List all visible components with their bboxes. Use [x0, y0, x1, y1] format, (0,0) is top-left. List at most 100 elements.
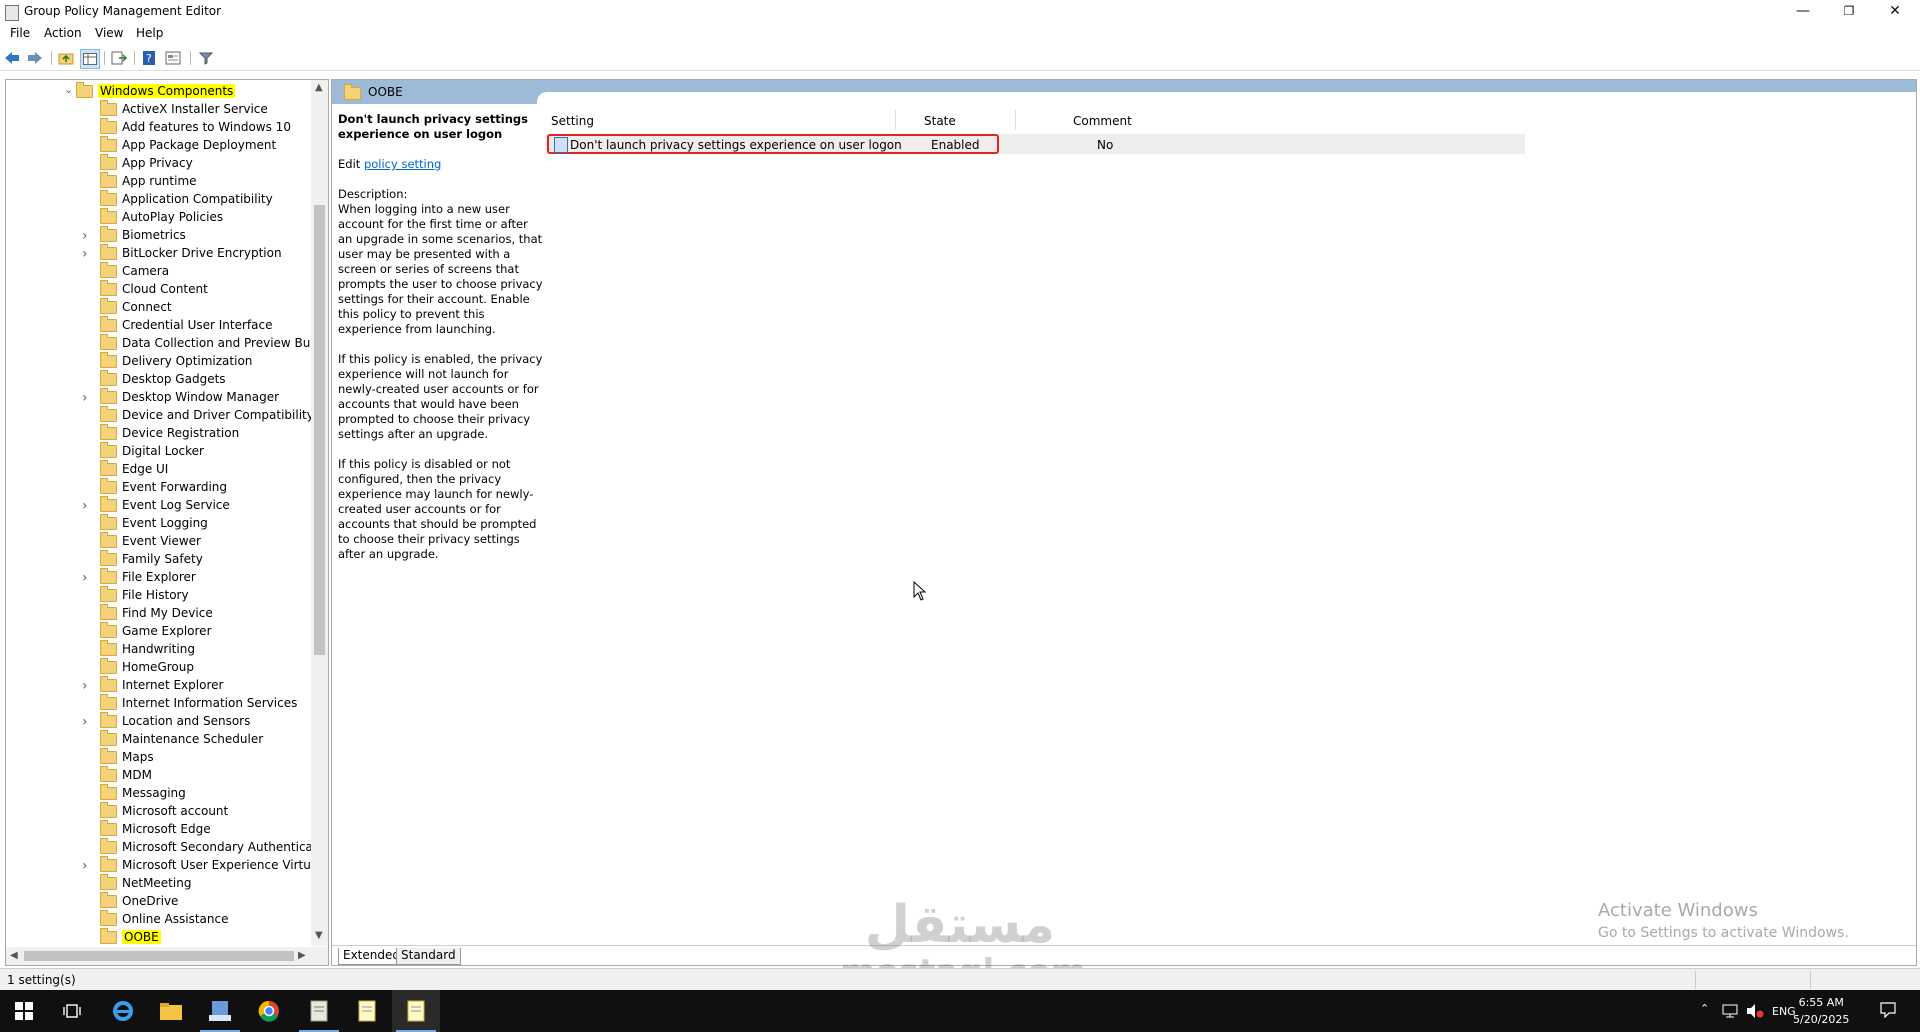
- tree-vertical-scrollbar[interactable]: ▲ ▼: [311, 80, 328, 946]
- notepad-icon[interactable]: [343, 990, 391, 1032]
- tree-item[interactable]: Application Compatibility: [100, 189, 273, 208]
- minimize-button[interactable]: —: [1780, 0, 1826, 24]
- tree-item[interactable]: App runtime: [100, 171, 197, 190]
- tree-item[interactable]: Microsoft Edge: [100, 819, 211, 838]
- forward-arrow-icon[interactable]: [26, 49, 44, 67]
- scroll-thumb[interactable]: [314, 205, 325, 655]
- tree-item[interactable]: Messaging: [100, 783, 186, 802]
- column-separator[interactable]: [1015, 110, 1016, 130]
- menu-file[interactable]: File: [10, 26, 30, 40]
- expand-chevron-icon[interactable]: ›: [82, 570, 90, 586]
- file-explorer-icon[interactable]: [147, 990, 195, 1032]
- tree-item[interactable]: ActiveX Installer Service: [100, 99, 268, 118]
- tree-item[interactable]: Event Forwarding: [100, 477, 227, 496]
- notification-center-icon[interactable]: [1880, 1002, 1896, 1018]
- menu-action[interactable]: Action: [44, 26, 82, 40]
- close-button[interactable]: ✕: [1872, 0, 1918, 24]
- internet-explorer-icon[interactable]: [99, 990, 147, 1032]
- show-hidden-icons-chevron-icon[interactable]: ⌃: [1700, 1002, 1709, 1015]
- tree-item[interactable]: Internet Information Services: [100, 693, 297, 712]
- tree-item[interactable]: HomeGroup: [100, 657, 194, 676]
- tree-item[interactable]: › Microsoft User Experience Virtualiz: [82, 855, 328, 874]
- tree-item[interactable]: Device and Driver Compatibility: [100, 405, 314, 424]
- tree-item[interactable]: › File Explorer: [82, 567, 196, 586]
- export-list-icon[interactable]: [110, 49, 128, 67]
- group-policy-editor-icon[interactable]: [392, 990, 440, 1032]
- tree-horizontal-scrollbar[interactable]: ◀ ▶: [6, 947, 328, 965]
- expand-chevron-icon[interactable]: ›: [82, 390, 90, 406]
- properties-icon[interactable]: [164, 49, 182, 67]
- tree-item[interactable]: Credential User Interface: [100, 315, 272, 334]
- tree-item[interactable]: MDM: [100, 765, 152, 784]
- cell-comment[interactable]: No: [1097, 138, 1113, 152]
- tree-pane[interactable]: ⌄ Windows Components ActiveX Installer S…: [5, 79, 329, 966]
- tree-item[interactable]: Online Assistance: [100, 909, 228, 928]
- tab-standard[interactable]: Standard: [396, 948, 461, 965]
- restore-button[interactable]: ❐: [1826, 0, 1872, 24]
- start-windows-icon[interactable]: [0, 990, 48, 1032]
- tree-item[interactable]: File History: [100, 585, 189, 604]
- volume-muted-icon[interactable]: [1746, 1003, 1764, 1019]
- tree-item[interactable]: Digital Locker: [100, 441, 204, 460]
- menu-view[interactable]: View: [95, 26, 123, 40]
- tree-item[interactable]: › Biometrics: [82, 225, 186, 244]
- cell-setting[interactable]: Don't launch privacy settings experience…: [570, 138, 902, 152]
- expand-chevron-icon[interactable]: ›: [82, 228, 90, 244]
- tree-item[interactable]: App Privacy: [100, 153, 193, 172]
- expand-chevron-icon[interactable]: ›: [82, 498, 90, 514]
- back-arrow-icon[interactable]: [3, 49, 21, 67]
- network-icon[interactable]: [1722, 1004, 1738, 1018]
- expand-chevron-icon[interactable]: ›: [82, 678, 90, 694]
- tree-item[interactable]: Event Logging: [100, 513, 208, 532]
- tree-item[interactable]: › Internet Explorer: [82, 675, 223, 694]
- column-header-state[interactable]: State: [924, 114, 956, 128]
- tree-item-windows-components[interactable]: ⌄ Windows Components: [64, 81, 236, 100]
- cell-state[interactable]: Enabled: [931, 138, 980, 152]
- scroll-left-arrow-icon[interactable]: ◀: [10, 950, 18, 961]
- collapse-chevron-icon[interactable]: ⌄: [64, 83, 73, 96]
- tree-item[interactable]: Family Safety: [100, 549, 203, 568]
- tree-item[interactable]: Edge UI: [100, 459, 168, 478]
- tree-item[interactable]: App Package Deployment: [100, 135, 276, 154]
- folder-up-icon[interactable]: [57, 49, 75, 67]
- tree-item[interactable]: Handwriting: [100, 639, 195, 658]
- task-view-icon[interactable]: [48, 990, 96, 1032]
- tree-item[interactable]: › Location and Sensors: [82, 711, 250, 730]
- policy-setting-link[interactable]: policy setting: [364, 157, 441, 171]
- column-header-setting[interactable]: Setting: [551, 114, 594, 128]
- tree-item[interactable]: Maps: [100, 747, 154, 766]
- column-header-comment[interactable]: Comment: [1073, 114, 1132, 128]
- tree-item[interactable]: Connect: [100, 297, 172, 316]
- scroll-thumb[interactable]: [24, 951, 294, 961]
- menu-help[interactable]: Help: [136, 26, 163, 40]
- filter-icon[interactable]: [197, 49, 215, 67]
- server-manager-icon[interactable]: [196, 990, 244, 1032]
- expand-chevron-icon[interactable]: ›: [82, 858, 90, 874]
- chrome-icon[interactable]: [245, 990, 293, 1032]
- tree-item[interactable]: › Event Log Service: [82, 495, 230, 514]
- scroll-down-arrow-icon[interactable]: ▼: [315, 930, 323, 941]
- help-icon[interactable]: ?: [140, 49, 158, 67]
- tree-item[interactable]: › Desktop Window Manager: [82, 387, 279, 406]
- tree-item[interactable]: OOBE: [100, 927, 161, 946]
- tree-item[interactable]: Microsoft Secondary Authenticatio: [100, 837, 328, 856]
- tree-item[interactable]: Cloud Content: [100, 279, 208, 298]
- show-hide-tree-icon[interactable]: [80, 49, 100, 69]
- tree-item[interactable]: › BitLocker Drive Encryption: [82, 243, 282, 262]
- tree-item[interactable]: Device Registration: [100, 423, 239, 442]
- tree-item[interactable]: AutoPlay Policies: [100, 207, 223, 226]
- scroll-up-arrow-icon[interactable]: ▲: [315, 82, 323, 93]
- tree-item[interactable]: Maintenance Scheduler: [100, 729, 263, 748]
- tree-item[interactable]: Event Viewer: [100, 531, 201, 550]
- taskbar-clock[interactable]: 6:55 AM 5/20/2025: [1793, 994, 1849, 1028]
- tree-item[interactable]: Desktop Gadgets: [100, 369, 226, 388]
- column-separator[interactable]: [895, 110, 896, 130]
- tree-item[interactable]: Game Explorer: [100, 621, 212, 640]
- scroll-right-arrow-icon[interactable]: ▶: [298, 950, 306, 961]
- tree-item[interactable]: Data Collection and Preview Builds: [100, 333, 328, 352]
- expand-chevron-icon[interactable]: ›: [82, 246, 90, 262]
- tree-item[interactable]: Camera: [100, 261, 169, 280]
- policy-editor-icon[interactable]: [295, 990, 343, 1032]
- tree-item[interactable]: Add features to Windows 10: [100, 117, 291, 136]
- tree-item[interactable]: NetMeeting: [100, 873, 191, 892]
